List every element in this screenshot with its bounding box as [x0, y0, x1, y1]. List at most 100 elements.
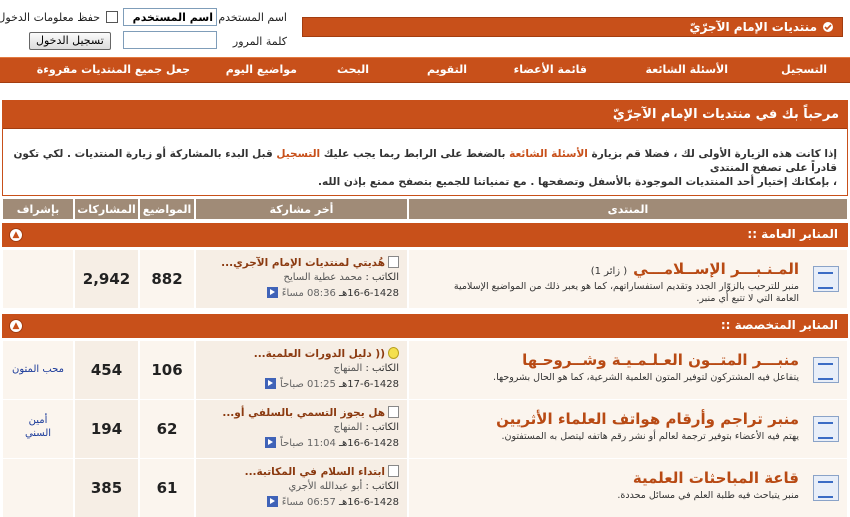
login-button[interactable]: تسجيل الدخول — [29, 32, 111, 50]
threads-cell: 61 — [139, 459, 195, 517]
forum-logo-icon — [822, 21, 834, 33]
welcome-box: مرحباً بك في منتديات الإمام الآجرّيّ إذا… — [2, 100, 848, 196]
forum-row: قاعة المباحثات العلمية منبر يتباحث فيه ط… — [2, 459, 848, 517]
threads-cell: 882 — [139, 250, 195, 308]
last-post-time: 17-6-1428هـ 01:25 صباحاً — [265, 378, 399, 390]
nav-calendar[interactable]: التقويم — [427, 63, 467, 76]
posts-cell: 194 — [74, 400, 139, 458]
posts-count: 454 — [90, 361, 123, 379]
posts-count: 2,942 — [82, 270, 131, 288]
welcome-text-1b: بالضغط على الرابط ربما يجب عليك — [323, 148, 506, 160]
nav-faq[interactable]: الأسئلة الشائعة — [646, 63, 729, 76]
last-post-author: الكاتب : محمد عطية السايح — [283, 272, 399, 283]
go-to-last-post-icon[interactable] — [265, 378, 277, 389]
go-to-last-post-icon[interactable] — [265, 437, 277, 448]
threads-cell: 106 — [139, 341, 195, 399]
go-to-last-post-icon[interactable] — [266, 496, 278, 507]
nav-mark-read[interactable]: جعل جميع المنتديات مقروءة — [37, 63, 190, 76]
nav-search[interactable]: البحث — [337, 63, 369, 76]
forum-description: منبر يتباحث فيه طلبة العلم في مسائل محدد… — [617, 490, 799, 501]
last-post-title[interactable]: هُديتي لمنتديات الإمام الآجري... — [221, 256, 399, 269]
password-input[interactable] — [123, 31, 217, 49]
posts-cell: 454 — [74, 341, 139, 399]
forum-name[interactable]: منبـــر المتــون العـلـمـيـة وشــروحـها — [522, 351, 799, 369]
threads-count: 882 — [151, 270, 183, 288]
threads-count: 61 — [156, 479, 178, 497]
last-post-cell: هل يجوز التسمي بالسلفي أو... الكاتب : ال… — [195, 400, 408, 458]
col-last-post: أخر مشاركة — [195, 198, 408, 220]
post-icon — [388, 256, 399, 268]
remember-checkbox[interactable] — [106, 11, 118, 23]
forum-visitors: ( زائر 1) — [590, 266, 628, 277]
last-post-time: 16-6-1428هـ 08:36 مساءً — [266, 287, 399, 299]
category-name[interactable]: المنابر العامة :: — [747, 227, 838, 241]
forum-title-bar: منتديات الإمام الآجرّيّ — [302, 17, 843, 37]
forum-row: منبـــر المتــون العـلـمـيـة وشــروحـها … — [2, 341, 848, 399]
moderator-cell: أمين السني — [2, 400, 74, 458]
welcome-register-link[interactable]: التسجيل — [276, 148, 320, 160]
username-input[interactable] — [123, 8, 217, 26]
collapse-icon[interactable]: ▲ — [9, 319, 23, 333]
forum-description: يهتم فيه الأعضاء بتوفير ترجمة لعالم أو ن… — [501, 431, 799, 442]
nav-register[interactable]: التسجيل — [781, 63, 827, 76]
forum-row: المـنـبـــر الإســلامـــي( زائر 1) منبر … — [2, 250, 848, 308]
nav-members[interactable]: قائمة الأعضاء — [514, 63, 587, 76]
author-link[interactable]: محمد عطية السايح — [283, 272, 362, 283]
moderator-cell — [2, 459, 74, 517]
category-header[interactable]: المنابر المتخصصة :: ▲ — [2, 314, 848, 338]
welcome-text-2: ، بإمكانك إختيار أحد المنتديات الموجودة … — [317, 176, 837, 188]
last-post-author: الكاتب : المنهاج — [333, 422, 399, 433]
col-moderator: بإشراف — [2, 198, 74, 220]
forum-status-icon — [813, 416, 839, 442]
welcome-faq-link[interactable]: الأسئلة الشائعة — [509, 148, 588, 160]
col-forum: المنتدى — [408, 198, 848, 220]
forum-name[interactable]: المـنـبـــر الإســلامـــي( زائر 1) — [591, 260, 799, 278]
username-label: اسم المستخدم — [218, 11, 287, 24]
welcome-text: إذا كانت هذه الزيارة الأولى لك ، فضلا قم… — [3, 129, 847, 189]
forum-name[interactable]: قاعة المباحثات العلمية — [633, 469, 799, 487]
last-post-cell: ابتداء السلام في المكاتبة... الكاتب : أب… — [195, 459, 408, 517]
category-header[interactable]: المنابر العامة :: ▲ — [2, 223, 848, 247]
forum-status-icon — [813, 266, 839, 292]
forum-cell: المـنـبـــر الإســلامـــي( زائر 1) منبر … — [408, 250, 848, 308]
forum-cell: منبـــر المتــون العـلـمـيـة وشــروحـها … — [408, 341, 848, 399]
forum-description: يتفاعل فيه المشتركون لتوفير المتون العلم… — [493, 372, 799, 383]
posts-count: 385 — [90, 479, 123, 497]
posts-cell: 385 — [74, 459, 139, 517]
forum-status-icon — [813, 475, 839, 501]
moderator-cell — [2, 250, 74, 308]
author-link[interactable]: المنهاج — [334, 422, 363, 433]
password-label: كلمة المرور — [232, 35, 287, 48]
moderator-link[interactable]: محب المتون — [3, 363, 73, 376]
navbar: التسجيل الأسئلة الشائعة قائمة الأعضاء ال… — [0, 57, 850, 83]
posts-count: 194 — [90, 420, 123, 438]
remember-label: حفظ معلومات الدخول — [0, 11, 100, 24]
last-post-title[interactable]: ابتداء السلام في المكاتبة... — [245, 465, 399, 478]
last-post-cell: (( دليل الدورات العلمية... الكاتب : المن… — [195, 341, 408, 399]
col-posts: المشاركات — [74, 198, 139, 220]
welcome-text-1a: إذا كانت هذه الزيارة الأولى لك ، فضلا قم… — [591, 148, 837, 160]
author-link[interactable]: أبو عبدالله الأجري — [288, 481, 362, 492]
posts-cell: 2,942 — [74, 250, 139, 308]
category-name[interactable]: المنابر المتخصصة :: — [721, 318, 838, 332]
forum-cell: قاعة المباحثات العلمية منبر يتباحث فيه ط… — [408, 459, 848, 517]
post-icon — [388, 406, 399, 418]
threads-count: 62 — [156, 420, 178, 438]
go-to-last-post-icon[interactable] — [266, 287, 278, 298]
moderator-link[interactable]: أمين السني — [3, 414, 73, 440]
last-post-title[interactable]: (( دليل الدورات العلمية... — [254, 347, 399, 360]
last-post-time: 16-6-1428هـ 06:57 مساءً — [266, 496, 399, 508]
collapse-icon[interactable]: ▲ — [9, 228, 23, 242]
last-post-author: الكاتب : المنهاج — [333, 363, 399, 374]
author-link[interactable]: المنهاج — [334, 363, 363, 374]
last-post-title[interactable]: هل يجوز التسمي بالسلفي أو... — [222, 406, 399, 419]
last-post-cell: هُديتي لمنتديات الإمام الآجري... الكاتب … — [195, 250, 408, 308]
lightbulb-icon — [388, 347, 399, 359]
login-box: اسم المستخدم حفظ معلومات الدخول كلمة الم… — [0, 3, 293, 51]
welcome-title: مرحباً بك في منتديات الإمام الآجرّيّ — [3, 101, 847, 129]
forum-name[interactable]: منبر تراجم وأرقام هواتف العلماء الأثريين — [496, 410, 799, 428]
forum-title[interactable]: منتديات الإمام الآجرّيّ — [689, 20, 817, 34]
forum-row: منبر تراجم وأرقام هواتف العلماء الأثريين… — [2, 400, 848, 458]
nav-todays-posts[interactable]: مواضيع اليوم — [226, 63, 297, 76]
threads-count: 106 — [151, 361, 183, 379]
